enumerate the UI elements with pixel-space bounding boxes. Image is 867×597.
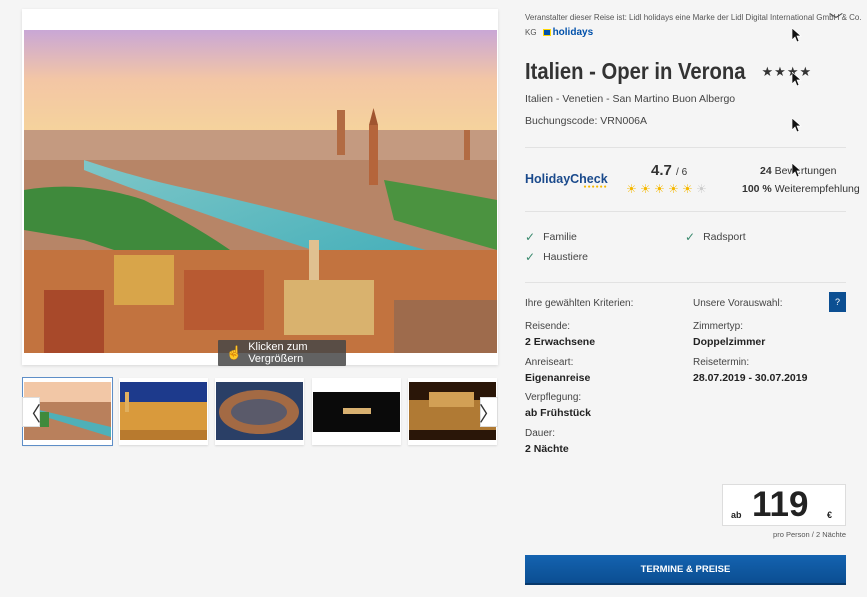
recommendation-value: 100 % <box>742 183 772 195</box>
location-text: Italien - Venetien - San Martino Buon Al… <box>525 93 736 105</box>
criteria-right-heading: Unsere Vorauswahl: <box>693 298 783 309</box>
travelers-value: 2 Erwachsene <box>525 336 596 348</box>
check-icon: ✓ <box>525 230 536 244</box>
main-image-verona[interactable] <box>24 30 497 353</box>
lidl-holidays-logo: holidays <box>542 27 594 38</box>
thumbnail-4[interactable] <box>312 378 401 445</box>
hotel-stars-icon: ★★★★ <box>761 63 813 79</box>
price-prefix: ab <box>731 510 742 520</box>
sun-empty-icon: ☀ <box>696 182 707 196</box>
sun-icon: ☀ <box>626 182 637 196</box>
arrival-label: Anreiseart: <box>525 357 574 368</box>
mouse-cursor-icon <box>792 163 802 177</box>
booking-code: Buchungscode: VRN006A <box>525 115 647 127</box>
hand-pointer-icon: ☝ <box>226 345 243 360</box>
feature-familie: ✓ Familie <box>525 230 577 244</box>
thumbnail-arena-aerial-image <box>216 382 303 440</box>
price-note: pro Person / 2 Nächte <box>773 530 846 539</box>
feature-label: Radsport <box>703 231 746 243</box>
gallery-next-button[interactable]: 〉 <box>479 397 499 427</box>
divider <box>525 211 846 212</box>
feature-label: Haustiere <box>543 251 589 263</box>
sun-icon: ☀ <box>668 182 679 196</box>
recommendation-rate: 100 % Weiterempfehlung <box>742 183 860 195</box>
feature-haustiere: ✓ Haustiere <box>525 250 588 264</box>
chevron-down-icon[interactable]: ﹀ <box>829 10 843 30</box>
rating-score-max: / 6 <box>676 167 688 178</box>
dates-label: Reisetermin: <box>693 357 750 368</box>
thumbnail-3[interactable] <box>215 378 304 445</box>
thumbnail-arena-night-image <box>120 382 207 440</box>
brand-row: KG holidays <box>525 27 593 38</box>
lidl-icon <box>542 29 551 36</box>
check-icon: ✓ <box>525 250 536 264</box>
room-label: Zimmertyp: <box>693 321 743 332</box>
rating-score: 4.7 / 6 <box>651 162 687 179</box>
title-row: Italien - Oper in Verona ★★★★ <box>525 58 812 85</box>
recommendation-label: Weiterempfehlung <box>774 183 860 195</box>
review-count-label: Bewertungen <box>774 165 837 177</box>
gallery-prev-button[interactable]: 〈 <box>21 397 41 427</box>
feature-radsport: ✓ Radsport <box>685 230 746 244</box>
travelers-label: Reisende: <box>525 321 571 332</box>
thumbnail-2[interactable] <box>119 378 208 445</box>
mouse-cursor-icon <box>792 72 802 86</box>
sun-icon: ☀ <box>640 182 651 196</box>
zoom-hint[interactable]: ☝ Klicken zum Vergrößern <box>218 340 346 366</box>
board-label: Verpflegung: <box>525 392 582 403</box>
duration-value: 2 Nächte <box>525 443 569 455</box>
chevron-right-icon: 〉 <box>479 401 499 426</box>
sun-icon: ☀ <box>654 182 665 196</box>
price-box: ab 119 € <box>722 484 846 526</box>
main-image-card: ☝ Klicken zum Vergrößern <box>22 9 498 366</box>
sun-rating: ☀ ☀ ☀ ☀ ☀ ☀ <box>626 183 708 195</box>
brand-logo-text: holidays <box>552 27 594 38</box>
chevron-left-icon: 〈 <box>21 401 41 426</box>
sun-icon: ☀ <box>682 182 693 196</box>
dates-value: 28.07.2019 - 30.07.2019 <box>693 372 808 384</box>
check-icon: ✓ <box>685 230 696 244</box>
duration-label: Dauer: <box>525 428 556 439</box>
page-title: Italien - Oper in Verona <box>525 58 746 84</box>
price-amount: 119 <box>752 485 809 524</box>
criteria-left-heading: Ihre gewählten Kriterien: <box>525 298 634 309</box>
arrival-value: Eigenanreise <box>525 372 591 384</box>
feature-label: Familie <box>543 231 577 243</box>
divider <box>525 147 846 148</box>
mouse-cursor-icon <box>792 118 802 132</box>
review-count-value: 24 <box>760 165 772 177</box>
mouse-cursor-icon <box>792 28 802 42</box>
termine-preise-button[interactable]: TERMINE & PREISE <box>525 555 846 585</box>
room-value: Doppelzimmer <box>693 336 766 348</box>
divider <box>525 282 846 283</box>
rating-score-value: 4.7 <box>651 162 672 179</box>
help-button[interactable]: ? <box>829 292 846 312</box>
operator-kg: KG <box>525 28 537 37</box>
verona-panorama-image <box>24 30 497 353</box>
price-currency: € <box>827 510 833 520</box>
zoom-hint-label: Klicken zum Vergrößern <box>248 341 308 365</box>
board-value: ab Frühstück <box>525 407 591 419</box>
operator-text: Veranstalter dieser Reise ist: Lidl holi… <box>525 13 862 22</box>
holidaycheck-logo[interactable]: HolidayCheck ●●●●●● <box>525 172 608 190</box>
thumbnail-strip: 〈 〉 <box>21 377 499 446</box>
thumbnail-opera-stage-image <box>313 382 400 440</box>
